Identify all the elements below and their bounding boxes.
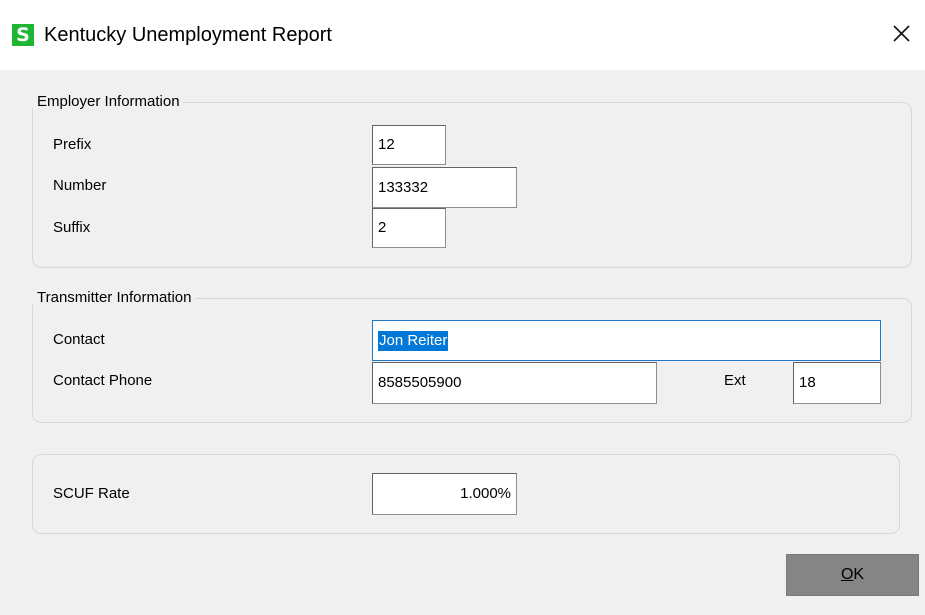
ext-input[interactable]: 18 [793,362,881,404]
contact-phone-value: 8585505900 [378,374,462,391]
dialog-window: S Kentucky Unemployment Report Employer … [0,0,925,615]
prefix-input[interactable]: 12 [372,125,446,165]
title-bar: S Kentucky Unemployment Report [0,0,925,70]
ok-accelerator-letter: O [840,566,854,583]
window-title: Kentucky Unemployment Report [44,24,332,46]
app-logo-icon: S [12,24,34,46]
scuf-rate-input[interactable]: 1.000% [372,473,517,515]
suffix-value: 2 [378,219,387,236]
transmitter-information-legend: Transmitter Information [33,289,195,307]
close-icon [893,25,910,42]
prefix-value: 12 [378,136,395,153]
contact-label: Contact [53,331,105,348]
ok-label-rest: K [853,566,865,583]
ok-button[interactable]: OK [786,554,919,596]
scuf-rate-label: SCUF Rate [53,485,130,502]
contact-phone-input[interactable]: 8585505900 [372,362,657,404]
prefix-label: Prefix [53,136,92,153]
contact-input[interactable]: Jon Reiter [372,320,881,361]
contact-phone-label: Contact Phone [53,372,153,389]
number-input[interactable]: 133332 [372,167,517,208]
contact-value: Jon Reiter [378,330,449,351]
number-value: 133332 [378,178,429,196]
close-button[interactable] [887,18,917,48]
employer-information-legend: Employer Information [33,93,183,111]
number-label: Number [53,177,107,194]
ext-label: Ext [724,372,746,389]
suffix-input[interactable]: 2 [372,208,446,248]
suffix-label: Suffix [53,219,91,236]
scuf-rate-value: 1.000% [460,485,511,502]
ext-value: 18 [799,374,816,391]
